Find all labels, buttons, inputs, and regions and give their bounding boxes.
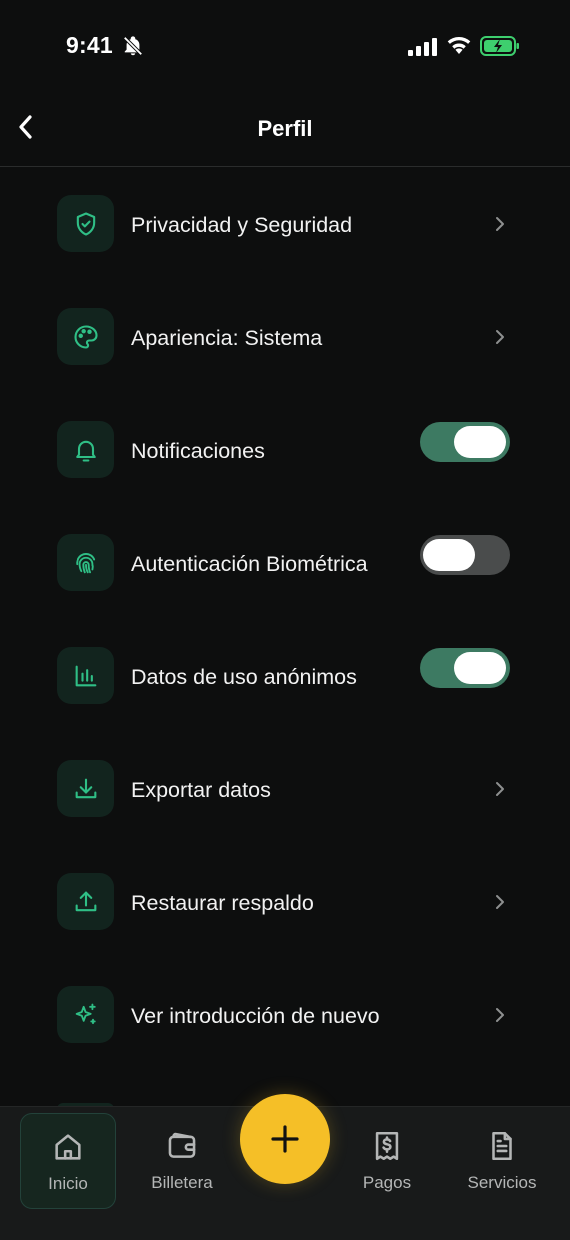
tab-pagos[interactable]: Pagos	[339, 1113, 435, 1203]
download-icon	[75, 778, 96, 798]
fingerprint-icon	[75, 552, 95, 573]
menu-item-notifications: Notificaciones	[0, 393, 570, 506]
tab-inicio[interactable]: Inicio	[20, 1113, 116, 1209]
menu-item-label: Notificaciones	[131, 439, 265, 463]
chevron-right-icon	[496, 217, 504, 231]
icon-tile	[57, 308, 114, 365]
menu-item-label: Autenticación Biométrica	[131, 552, 368, 576]
page-title: Perfil	[257, 116, 313, 141]
menu-item-restore[interactable]: Restaurar respaldo	[0, 845, 570, 958]
toggle-knob	[423, 539, 475, 571]
menu-item-biometric: Autenticación Biométrica	[0, 506, 570, 619]
tab-label: Billetera	[151, 1173, 213, 1192]
toggle-knob	[454, 652, 506, 684]
tab-label: Pagos	[362, 1173, 412, 1192]
icon-tile	[57, 760, 114, 817]
icon-tile	[57, 195, 114, 252]
chevron-right-icon	[496, 782, 504, 796]
bell-icon	[75, 440, 96, 462]
menu-item-label: Privacidad y Seguridad	[131, 213, 353, 237]
tab-billetera[interactable]: Billetera	[134, 1113, 230, 1203]
tab-label: Servicios	[467, 1173, 537, 1192]
document-icon	[492, 1131, 512, 1161]
receipt-dollar-icon	[375, 1131, 399, 1161]
plus-icon	[271, 1125, 299, 1153]
menu-item-label: Restaurar respaldo	[131, 891, 314, 915]
menu-item-label: Apariencia: Sistema	[131, 326, 323, 350]
icon-tile	[57, 647, 114, 704]
shield-check-icon	[76, 211, 95, 236]
icon-tile	[57, 986, 114, 1043]
chevron-right-icon	[496, 895, 504, 909]
wifi-icon	[447, 36, 471, 54]
menu-item-appearance[interactable]: Apariencia: Sistema	[0, 280, 570, 393]
menu-item-label: Exportar datos	[131, 778, 271, 802]
icon-tile	[57, 421, 114, 478]
sparkles-icon	[75, 1003, 96, 1024]
notifications-toggle[interactable]	[420, 422, 510, 462]
menu-item-export[interactable]: Exportar datos	[0, 732, 570, 845]
status-time: 9:41	[66, 32, 113, 58]
status-bar: 9:41	[0, 0, 570, 92]
upload-icon	[75, 891, 96, 911]
cellular-signal-icon	[408, 38, 437, 56]
toggle-knob	[454, 426, 506, 458]
palette-icon	[74, 324, 98, 349]
menu-item-label: Ver introducción de nuevo	[131, 1004, 380, 1028]
add-button[interactable]	[240, 1094, 330, 1184]
biometric-toggle[interactable]	[420, 535, 510, 575]
tab-label: Inicio	[48, 1174, 88, 1193]
usage-data-toggle[interactable]	[420, 648, 510, 688]
tab-servicios[interactable]: Servicios	[454, 1113, 550, 1203]
wallet-icon	[168, 1132, 196, 1158]
bell-slash-icon	[123, 36, 143, 56]
menu-item-label: Datos de uso anónimos	[131, 665, 357, 689]
chevron-right-icon	[496, 330, 504, 344]
nav-header: Perfil	[0, 92, 570, 167]
menu-item-privacy[interactable]: Privacidad y Seguridad	[0, 167, 570, 280]
chevron-right-icon	[496, 1008, 504, 1022]
menu-item-usage-data: Datos de uso anónimos	[0, 619, 570, 732]
home-icon	[55, 1134, 81, 1160]
bar-chart-icon	[75, 665, 96, 686]
battery-charging-icon	[480, 36, 519, 56]
menu-item-onboarding[interactable]: Ver introducción de nuevo	[0, 958, 570, 1071]
icon-tile	[57, 534, 114, 591]
icon-tile	[57, 873, 114, 930]
